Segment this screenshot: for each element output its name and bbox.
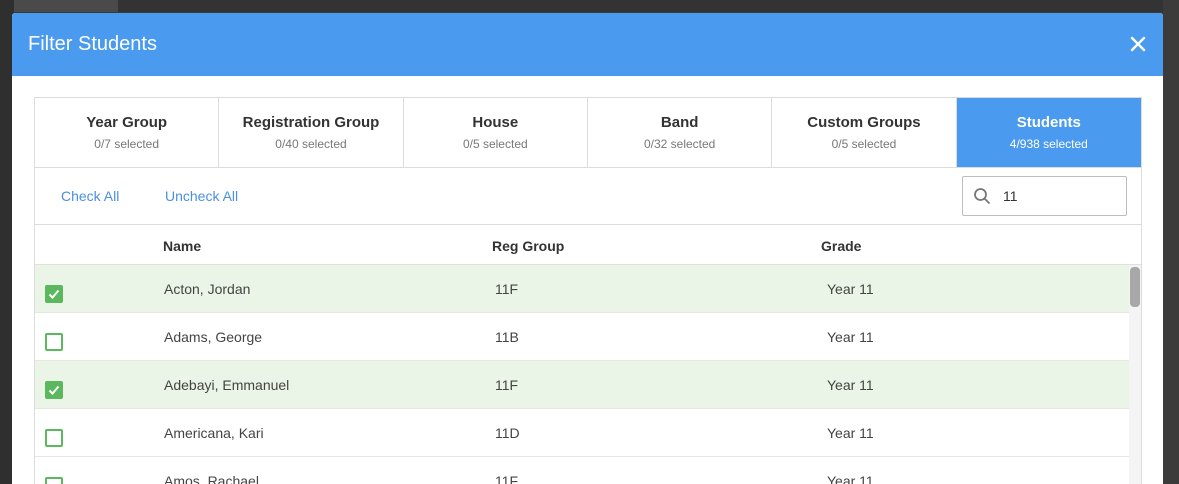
search-value: 11 [1003, 188, 1018, 204]
tab-label: Year Group [86, 114, 168, 131]
tab-band[interactable]: Band 0/32 selected [588, 98, 773, 167]
student-reg-group: 11B [495, 329, 519, 345]
student-reg-group: 11D [495, 425, 520, 441]
filter-students-modal: Filter Students Year Group 0/7 selected … [12, 13, 1163, 484]
tab-label: Registration Group [242, 114, 380, 131]
close-icon [1130, 36, 1146, 52]
tab-house[interactable]: House 0/5 selected [404, 98, 588, 167]
tab-count: 0/32 selected [643, 137, 716, 151]
table-row[interactable]: Adams, George 11B Year 11 [35, 313, 1131, 361]
row-checkbox[interactable] [45, 333, 63, 351]
student-name: Acton, Jordan [164, 281, 251, 297]
filter-tabs: Year Group 0/7 selected Registration Gro… [35, 98, 1141, 168]
search-input[interactable]: 11 [962, 176, 1127, 216]
table-row[interactable]: Adebayi, Emmanuel 11F Year 11 [35, 361, 1131, 409]
student-reg-group: 11F [495, 473, 519, 484]
column-header-reg-group: Reg Group [492, 238, 565, 254]
tab-count: 0/7 selected [94, 137, 160, 151]
tab-count: 0/5 selected [462, 137, 528, 151]
tab-label: Students [1016, 114, 1081, 131]
tab-count: 0/40 selected [275, 137, 347, 151]
tab-registration-group[interactable]: Registration Group 0/40 selected [219, 98, 404, 167]
student-name: Amos, Rachael [164, 473, 259, 484]
row-checkbox[interactable] [45, 285, 63, 303]
background-topbar [0, 0, 1179, 12]
student-grade: Year 11 [827, 281, 874, 297]
check-all-link[interactable]: Check All [61, 188, 119, 204]
student-grade: Year 11 [827, 377, 874, 393]
tab-students[interactable]: Students 4/938 selected [956, 98, 1141, 167]
tab-count: 4/938 selected [1009, 137, 1088, 151]
student-name: Americana, Kari [164, 425, 264, 441]
close-button[interactable] [1125, 31, 1151, 57]
tab-label: Custom Groups [807, 114, 921, 131]
tab-year-group[interactable]: Year Group 0/7 selected [35, 98, 220, 167]
student-reg-group: 11F [495, 281, 519, 297]
background-right-panel [1163, 0, 1179, 484]
filter-panel: Year Group 0/7 selected Registration Gro… [34, 97, 1142, 484]
student-list: Acton, Jordan 11F Year 11 Adams, George … [35, 265, 1141, 484]
uncheck-all-link[interactable]: Uncheck All [165, 188, 238, 204]
column-header-name: Name [163, 238, 202, 254]
list-toolbar: Check All Uncheck All 11 [35, 168, 1141, 225]
table-row[interactable]: Americana, Kari 11D Year 11 [35, 409, 1131, 457]
row-checkbox[interactable] [45, 381, 63, 399]
scrollbar-thumb[interactable] [1130, 267, 1140, 307]
student-grade: Year 11 [827, 425, 874, 441]
search-icon [974, 188, 990, 204]
table-header: Name Reg Group Grade [35, 225, 1141, 265]
tab-count: 0/5 selected [831, 137, 897, 151]
student-name: Adams, George [164, 329, 263, 345]
tab-label: Band [660, 114, 699, 131]
tab-label: House [472, 114, 519, 131]
student-grade: Year 11 [827, 473, 874, 484]
row-checkbox[interactable] [45, 477, 63, 484]
modal-title: Filter Students [28, 33, 157, 55]
checkmark-icon [48, 289, 60, 299]
modal-header: Filter Students [12, 13, 1163, 76]
column-header-grade: Grade [821, 238, 862, 254]
checkmark-icon [48, 385, 60, 395]
student-reg-group: 11F [495, 377, 519, 393]
table-row[interactable]: Acton, Jordan 11F Year 11 [35, 265, 1131, 313]
table-row[interactable]: Amos, Rachael 11F Year 11 [35, 457, 1131, 484]
row-checkbox[interactable] [45, 429, 63, 447]
tab-custom-groups[interactable]: Custom Groups 0/5 selected [772, 98, 957, 167]
student-name: Adebayi, Emmanuel [164, 377, 290, 393]
background-topbar-section [0, 0, 118, 12]
student-grade: Year 11 [827, 329, 874, 345]
list-scrollbar[interactable] [1129, 265, 1141, 484]
